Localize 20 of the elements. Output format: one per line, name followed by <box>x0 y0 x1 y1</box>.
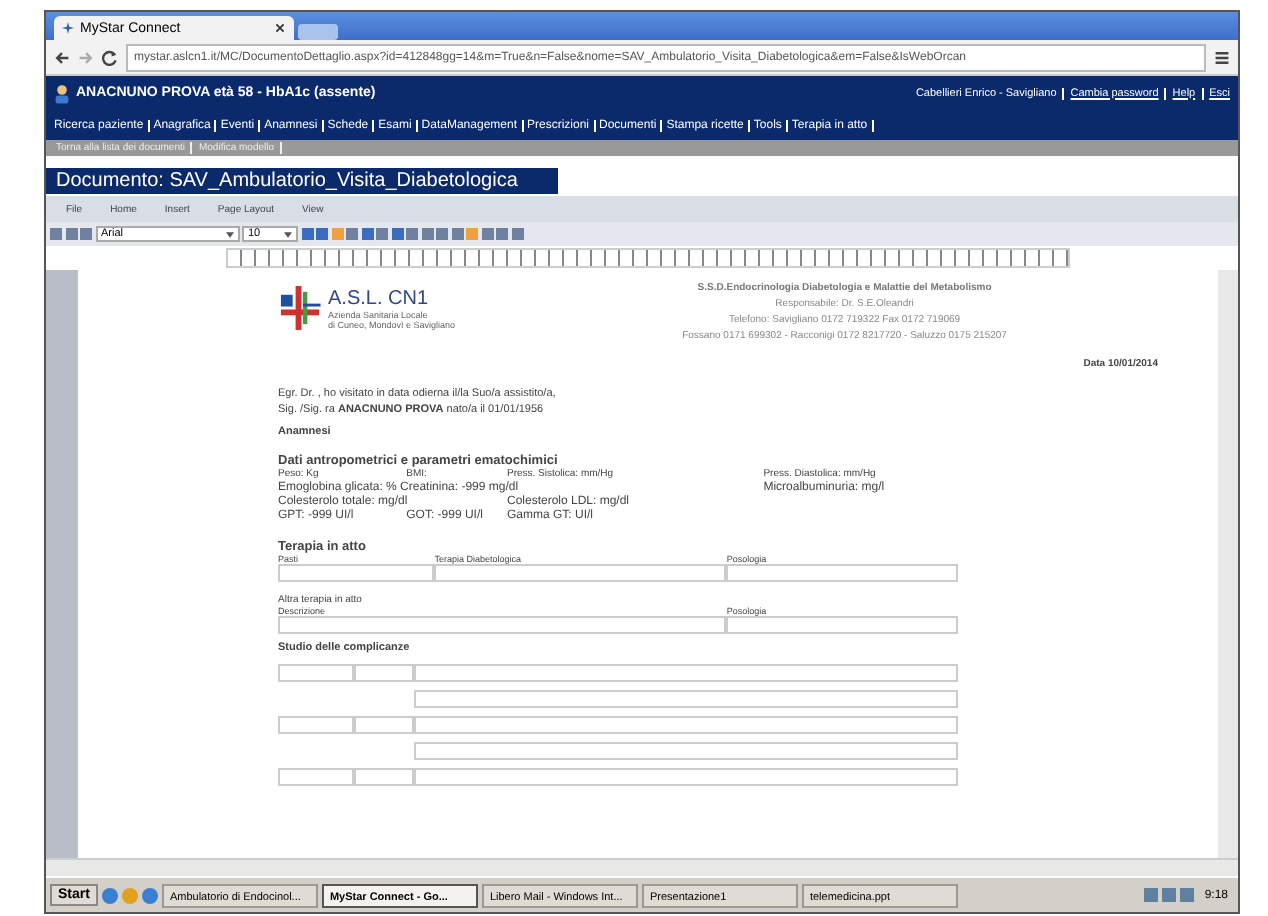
scrollbar[interactable] <box>1218 270 1238 858</box>
caret-icon <box>284 231 292 237</box>
close-icon[interactable] <box>274 22 286 34</box>
organization-name: A.S.L. CN1 <box>328 287 431 309</box>
reload-icon[interactable] <box>102 49 118 65</box>
person-icon <box>54 83 70 103</box>
input-field[interactable] <box>278 616 727 634</box>
input-field[interactable] <box>278 564 435 582</box>
input-field[interactable] <box>726 616 958 634</box>
document-title: Documento: SAV_Ambulatorio_Visita_Diabetologica <box>46 168 558 194</box>
new-tab-button[interactable] <box>298 24 338 40</box>
input-field[interactable] <box>726 564 958 582</box>
menu-icon[interactable] <box>1214 49 1230 65</box>
scrollbar[interactable] <box>46 858 1238 876</box>
input-field[interactable] <box>434 564 727 582</box>
back-icon[interactable] <box>54 49 70 65</box>
cross-logo-icon <box>278 282 322 334</box>
caret-icon <box>225 231 233 237</box>
star-icon <box>62 22 74 34</box>
forward-icon[interactable] <box>78 49 94 65</box>
